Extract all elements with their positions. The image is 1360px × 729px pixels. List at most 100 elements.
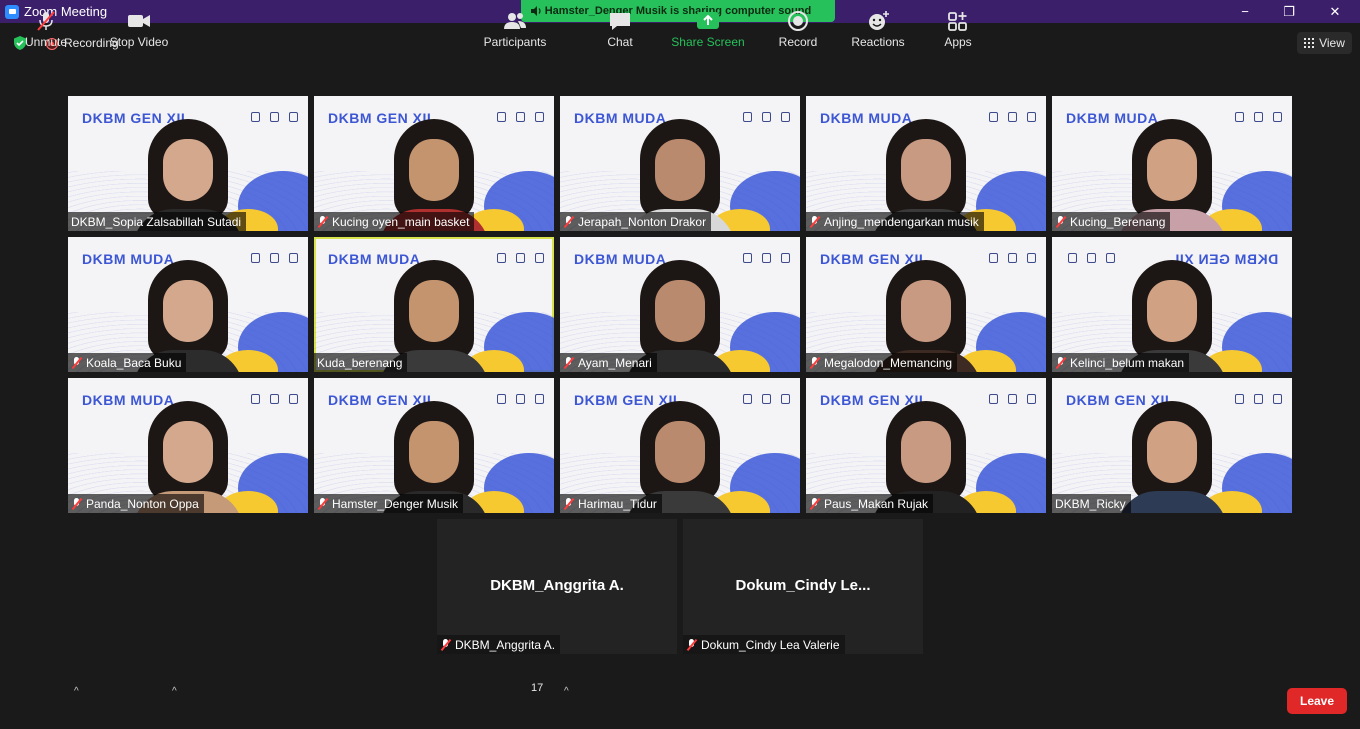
unmute-button[interactable]: Unmute <box>22 0 70 58</box>
participant-video-tile[interactable]: DKBM MUDA Kucing_Berenang <box>1052 96 1292 231</box>
participant-no-video-tile[interactable]: Dokum_Cindy Le... Dokum_Cindy Lea Valerie <box>683 519 923 654</box>
participant-display-name: DKBM_Anggrita A. <box>490 577 624 594</box>
participant-name: Kucing_Berenang <box>1070 214 1166 229</box>
participant-video-tile[interactable]: DKBM GEN XII Kucing oyen_main basket <box>314 96 554 231</box>
close-button[interactable]: ✕ <box>1312 0 1358 23</box>
unmute-label: Unmute <box>24 35 68 49</box>
participant-name-label: Hamster_Denger Musik <box>314 494 464 513</box>
participants-count: 17 <box>531 682 544 694</box>
reactions-button[interactable]: Reactions <box>848 0 908 58</box>
participant-name-label: Megalodon_Memancing <box>806 353 958 372</box>
virtual-background-logos <box>497 253 544 263</box>
share-screen-icon <box>697 12 719 29</box>
participant-video-tile[interactable]: DKBM GEN XII Kelinci_belum makan <box>1052 237 1292 372</box>
chat-icon <box>610 13 630 30</box>
grid-icon <box>1304 38 1315 48</box>
participant-video-tile[interactable]: DKBM MUDA Koala_Baca Buku <box>68 237 308 372</box>
stop-video-label: Stop Video <box>109 35 169 49</box>
participant-video-tile[interactable]: DKBM GEN XII DKBM_Ricky <box>1052 378 1292 513</box>
muted-microphone-icon <box>71 497 82 510</box>
participant-video-tile[interactable]: DKBM MUDA Anjing_mendengarkan musik <box>806 96 1046 231</box>
participant-video-tile[interactable]: DKBM GEN XII Harimau_Tidur <box>560 378 800 513</box>
participant-name: DKBM_Anggrita A. <box>455 637 556 652</box>
virtual-background-logos <box>497 112 544 122</box>
audio-options-chevron-icon[interactable]: ^ <box>74 686 79 697</box>
face-shape <box>1147 280 1197 342</box>
participant-video-tile[interactable]: DKBM MUDA Jerapah_Nonton Drakor <box>560 96 800 231</box>
participant-name: Kelinci_belum makan <box>1070 355 1185 370</box>
smiley-plus-icon <box>869 11 889 30</box>
face-shape <box>409 421 459 483</box>
leave-button[interactable]: Leave <box>1287 688 1347 714</box>
participant-name-label: DKBM_Anggrita A. <box>437 635 561 654</box>
participants-chevron-icon[interactable]: ^ <box>564 686 569 697</box>
stop-video-button[interactable]: Stop Video <box>106 0 172 58</box>
participants-icon <box>504 13 526 29</box>
participant-name: Megalodon_Memancing <box>824 355 953 370</box>
participant-name-label: Harimau_Tidur <box>560 494 662 513</box>
participant-video-tile[interactable]: DKBM MUDA Ayam_Menari <box>560 237 800 372</box>
chat-button[interactable]: Chat <box>600 0 640 58</box>
maximize-button[interactable]: ❐ <box>1266 0 1312 23</box>
participant-name-label: Kuda_berenang <box>314 353 408 372</box>
participant-video-tile[interactable]: DKBM GEN XII Paus_Makan Rujak <box>806 378 1046 513</box>
virtual-background-logos <box>989 253 1036 263</box>
participant-name-label: DKBM_Sopia Zalsabillah Sutadi <box>68 212 247 231</box>
virtual-background-logos <box>1235 112 1282 122</box>
view-button[interactable]: View <box>1297 32 1352 54</box>
apps-icon <box>948 12 967 31</box>
apps-button[interactable]: Apps <box>938 0 978 58</box>
participant-display-name: Dokum_Cindy Le... <box>735 577 871 594</box>
participant-video-tile[interactable]: DKBM GEN XII Megalodon_Memancing <box>806 237 1046 372</box>
face-shape <box>409 139 459 201</box>
participant-video-tile[interactable]: DKBM GEN XII DKBM_Sopia Zalsabillah Sutad… <box>68 96 308 231</box>
face-shape <box>163 139 213 201</box>
record-icon <box>788 11 808 31</box>
face-shape <box>409 280 459 342</box>
apps-label: Apps <box>944 35 972 49</box>
record-button[interactable]: Record <box>776 0 820 58</box>
face-shape <box>655 421 705 483</box>
participant-name-label: Koala_Baca Buku <box>68 353 187 372</box>
muted-microphone-icon <box>686 638 697 651</box>
virtual-background-logos <box>497 394 544 404</box>
participants-button[interactable]: Participants <box>482 0 548 58</box>
muted-microphone-icon <box>563 215 574 228</box>
participant-name: Kucing oyen_main basket <box>332 214 470 229</box>
participant-name: Koala_Baca Buku <box>86 355 182 370</box>
muted-microphone-icon <box>317 497 328 510</box>
participant-name-label: Dokum_Cindy Lea Valerie <box>683 635 845 654</box>
reactions-label: Reactions <box>851 35 905 49</box>
video-options-chevron-icon[interactable]: ^ <box>172 686 177 697</box>
virtual-background-logos <box>989 112 1036 122</box>
virtual-background-logos <box>743 253 790 263</box>
participant-name: Harimau_Tidur <box>578 496 657 511</box>
participant-video-tile[interactable]: DKBM MUDA Panda_Nonton Oppa <box>68 378 308 513</box>
participant-name: DKBM_Ricky <box>1055 496 1126 511</box>
participant-name-label: Jerapah_Nonton Drakor <box>560 212 712 231</box>
face-shape <box>901 139 951 201</box>
muted-microphone-icon <box>1055 215 1066 228</box>
participant-name-label: Panda_Nonton Oppa <box>68 494 204 513</box>
participant-name: DKBM_Sopia Zalsabillah Sutadi <box>71 214 242 229</box>
participant-name: Dokum_Cindy Lea Valerie <box>701 637 840 652</box>
virtual-background-logos <box>251 253 298 263</box>
minimize-button[interactable]: − <box>1222 0 1268 23</box>
participant-name: Hamster_Denger Musik <box>332 496 459 511</box>
participant-no-video-tile[interactable]: DKBM_Anggrita A. DKBM_Anggrita A. <box>437 519 677 654</box>
participant-video-tile[interactable]: DKBM GEN XII Hamster_Denger Musik <box>314 378 554 513</box>
face-shape <box>655 280 705 342</box>
muted-microphone-icon <box>809 497 820 510</box>
participant-name-label: Paus_Makan Rujak <box>806 494 934 513</box>
virtual-background-logos <box>251 112 298 122</box>
participants-label: Participants <box>483 35 547 49</box>
muted-microphone-icon <box>563 356 574 369</box>
participant-video-tile[interactable]: DKBM MUDA Kuda_berenang <box>314 237 554 372</box>
participant-name: Ayam_Menari <box>578 355 652 370</box>
chat-label: Chat <box>607 35 633 49</box>
virtual-background-logos <box>743 112 790 122</box>
face-shape <box>901 280 951 342</box>
record-label: Record <box>778 35 818 49</box>
virtual-background-logos <box>743 394 790 404</box>
share-screen-button[interactable]: Share Screen <box>670 0 746 58</box>
